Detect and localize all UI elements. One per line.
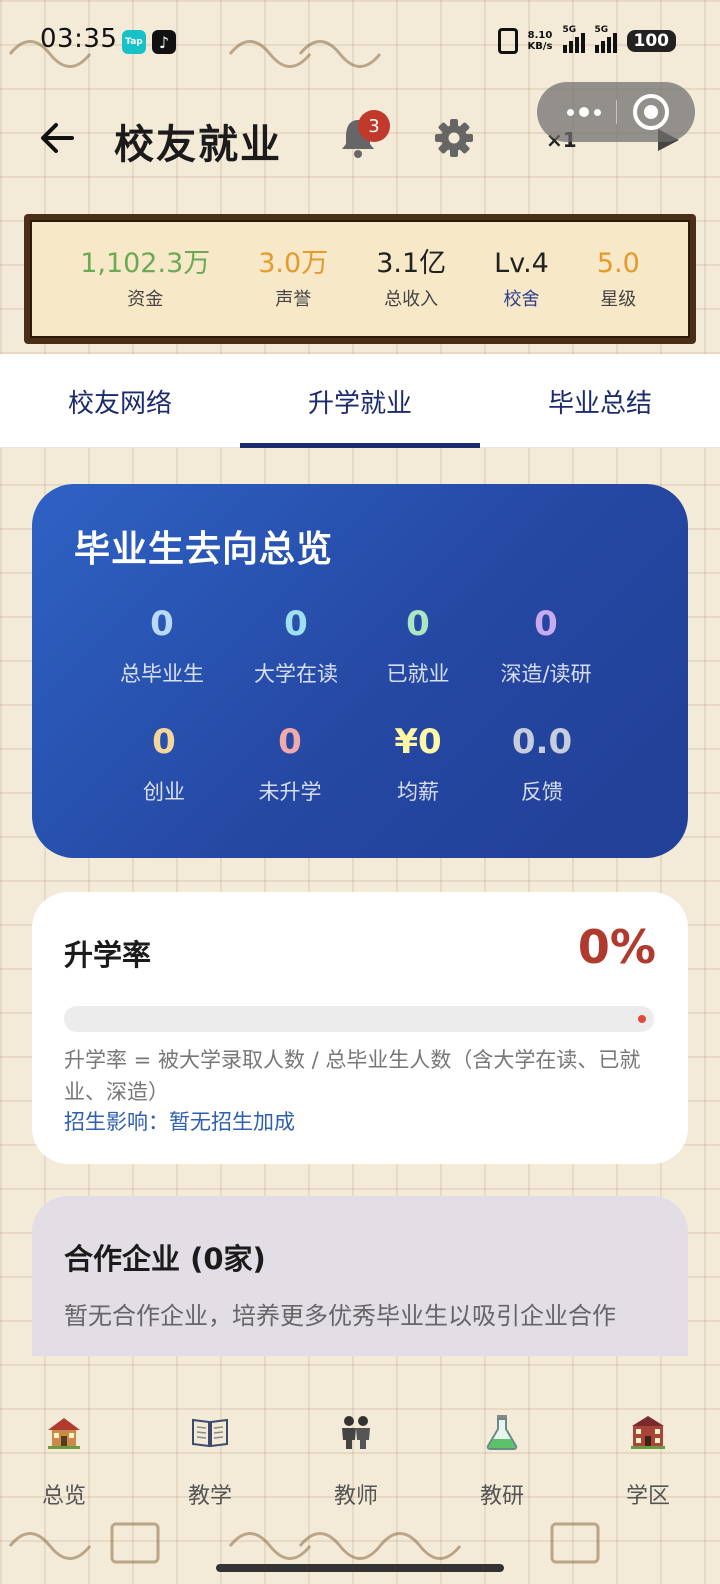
partner-title: 合作企业 (0家) <box>64 1242 266 1276</box>
page-title: 校友就业 <box>114 122 282 168</box>
status-bar: 03:35 Tap ♪ 8.10 KB/s 5G 5G 100 <box>0 0 720 80</box>
stat-school-building[interactable]: Lv.4 校舍 <box>470 247 573 311</box>
overview-average-salary: ¥0 均薪 <box>348 722 488 806</box>
overview-value: 0 <box>406 604 430 644</box>
nav-teaching[interactable]: 教学 <box>150 1410 270 1520</box>
vibrate-icon <box>497 28 518 54</box>
home-indicator[interactable] <box>216 1564 504 1572</box>
partner-companies-card: 合作企业 (0家) 暂无合作企业，培养更多优秀毕业生以吸引企业合作 <box>32 1196 688 1356</box>
nav-label: 教学 <box>187 1484 232 1509</box>
overview-total-graduates: 0 总毕业生 <box>92 604 232 688</box>
open-book-icon <box>192 1418 228 1448</box>
rate-progress-dot <box>638 1015 646 1023</box>
overview-label: 未升学 <box>258 780 322 804</box>
stat-funds: 1,102.3万 资金 <box>80 248 211 310</box>
overview-label: 反馈 <box>521 780 563 804</box>
overview-label: 深造/读研 <box>500 662 592 686</box>
signal-icon: 5G <box>562 25 585 53</box>
bottom-nav: 总览 教学 教师 教研 学区 <box>0 1410 720 1520</box>
overview-feedback: 0.0 反馈 <box>472 722 612 806</box>
capsule-divider <box>616 100 617 124</box>
overview-value: 0 <box>152 722 176 762</box>
gear-icon[interactable] <box>434 118 474 158</box>
overview-in-university: 0 大学在读 <box>226 604 366 688</box>
overview-entrepreneurship: 0 创业 <box>94 722 234 806</box>
overview-not-admitted: 0 未升学 <box>220 722 360 806</box>
status-time: 03:35 <box>40 24 118 54</box>
battery-indicator: 100 <box>626 30 676 52</box>
overview-value: 0 <box>278 722 302 762</box>
overview-label: 总毕业生 <box>120 662 204 686</box>
overview-value: 0 <box>150 604 174 644</box>
rate-title: 升学率 <box>64 938 152 972</box>
tab-alumni-network[interactable]: 校友网络 <box>0 354 240 448</box>
overview-value: 0 <box>534 604 558 644</box>
overview-label: 已就业 <box>386 662 450 686</box>
overview-label: 均薪 <box>397 780 439 804</box>
school-house-icon <box>48 1418 80 1449</box>
rate-value: 0% <box>577 920 656 974</box>
doodle-border-bottom <box>8 1522 600 1564</box>
nav-school-district[interactable]: 学区 <box>588 1410 708 1520</box>
tiktok-app-icon: ♪ <box>152 30 176 54</box>
nav-label: 总览 <box>41 1484 86 1509</box>
close-target-icon[interactable] <box>633 94 669 130</box>
flask-icon <box>486 1415 518 1450</box>
stat-total-income: 3.1亿 总收入 <box>376 248 447 310</box>
notification-badge: 3 <box>358 110 390 142</box>
resource-panel: 1,102.3万 资金 3.0万 声誉 3.1亿 总收入 Lv.4 校舍 5.0… <box>24 214 696 344</box>
overview-postgraduate: 0 深造/读研 <box>476 604 616 688</box>
nav-label: 教研 <box>479 1484 524 1509</box>
stat-reputation: 3.0万 声誉 <box>258 248 329 310</box>
overview-value: 0 <box>284 604 308 644</box>
miniprogram-capsule <box>537 82 695 142</box>
overview-value: 0.0 <box>511 722 573 762</box>
nav-teachers[interactable]: 教师 <box>296 1410 416 1520</box>
overview-title: 毕业生去向总览 <box>74 529 334 570</box>
enrollment-impact-text: 招生影响：暂无招生加成 <box>64 1110 295 1134</box>
admission-rate-card: 升学率 0% 升学率 = 被大学录取人数 / 总毕业生人数（含大学在读、已就业、… <box>32 892 688 1164</box>
stat-star-rating: 5.0 星级 <box>596 248 640 310</box>
tab-further-study-employment[interactable]: 升学就业 <box>240 354 480 448</box>
overview-value: ¥0 <box>394 722 442 762</box>
nav-overview[interactable]: 总览 <box>4 1410 124 1520</box>
nav-label: 学区 <box>625 1484 670 1509</box>
overview-label: 大学在读 <box>254 662 338 686</box>
tab-bar: 校友网络 升学就业 毕业总结 <box>0 354 720 448</box>
graduate-overview-card: 毕业生去向总览 0 总毕业生 0 大学在读 0 已就业 0 深造/读研 0 创业… <box>32 484 688 858</box>
nav-label: 教师 <box>333 1484 378 1509</box>
signal-icon: 5G <box>594 25 617 53</box>
school-district-icon <box>631 1416 665 1449</box>
more-dots-icon[interactable] <box>559 100 609 124</box>
overview-employed: 0 已就业 <box>348 604 488 688</box>
active-tab-indicator <box>240 443 480 448</box>
taptap-app-icon: Tap <box>122 30 146 54</box>
net-speed: 8.10 KB/s <box>527 30 553 52</box>
tab-graduation-summary[interactable]: 毕业总结 <box>480 354 720 448</box>
teachers-icon <box>342 1416 370 1449</box>
rate-formula-text: 升学率 = 被大学录取人数 / 总毕业生人数（含大学在读、已就业、深造） <box>64 1048 641 1104</box>
back-arrow-icon[interactable] <box>36 116 80 160</box>
partner-description: 暂无合作企业，培养更多优秀毕业生以吸引企业合作 <box>64 1302 616 1330</box>
overview-label: 创业 <box>143 780 185 804</box>
nav-research[interactable]: 教研 <box>442 1410 562 1520</box>
rate-progress-bar <box>64 1006 654 1032</box>
